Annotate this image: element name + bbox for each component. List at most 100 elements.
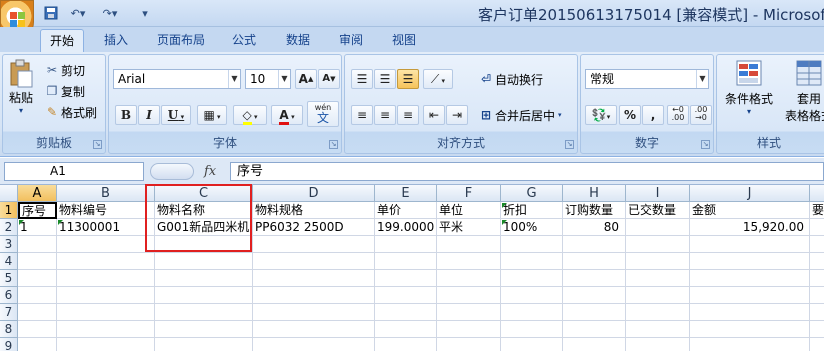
increase-decimal-button[interactable]: ←0.00 (667, 105, 689, 125)
column-header-b[interactable]: B (57, 185, 155, 202)
error-indicator-icon[interactable] (502, 203, 507, 208)
select-all-corner[interactable] (0, 185, 18, 202)
row-header-5[interactable]: 5 (0, 270, 18, 287)
cell-k1[interactable]: 要 (810, 202, 824, 219)
row-header-4[interactable]: 4 (0, 253, 18, 270)
fill-color-button[interactable]: ◇ ▾ (233, 105, 267, 125)
tab-view[interactable]: 视图 (384, 29, 424, 52)
column-header-c[interactable]: C (155, 185, 253, 202)
conditional-formatting-button[interactable]: 条件格式 ▾ (721, 59, 777, 129)
dialog-launcher-icon[interactable]: ↘ (701, 140, 710, 149)
cell-g1[interactable]: 折扣 (501, 202, 563, 219)
cell-j2[interactable]: 15,920.00 (690, 219, 810, 236)
copy-button[interactable]: ❐ 复制 (43, 82, 85, 100)
column-header-f[interactable]: F (437, 185, 501, 202)
cell-i1[interactable]: 已交数量 (626, 202, 690, 219)
row-header-2[interactable]: 2 (0, 219, 18, 236)
cell-e2[interactable]: 199.0000 (375, 219, 437, 236)
dialog-launcher-icon[interactable]: ↘ (565, 140, 574, 149)
cell-c1[interactable]: 物料名称 (155, 202, 253, 219)
row-header-9[interactable]: 9 (0, 338, 18, 351)
redo-icon[interactable]: ↷▾ (96, 4, 124, 22)
tab-review[interactable]: 审阅 (331, 29, 371, 52)
tab-page-layout[interactable]: 页面布局 (150, 29, 212, 52)
cell-g2[interactable]: 100% (501, 219, 563, 236)
column-header-i[interactable]: I (626, 185, 690, 202)
cell-h2[interactable]: 80 (563, 219, 626, 236)
dialog-launcher-icon[interactable]: ↘ (329, 140, 338, 149)
error-indicator-icon[interactable] (58, 220, 63, 225)
column-header-j[interactable]: J (690, 185, 810, 202)
name-box[interactable]: A1 (4, 162, 144, 181)
column-header-d[interactable]: D (253, 185, 375, 202)
cell-h1[interactable]: 订购数量 (563, 202, 626, 219)
align-bottom-button[interactable]: ☰ (397, 69, 419, 89)
cell-c2[interactable]: G001新品四米机 (155, 219, 253, 236)
tab-insert[interactable]: 插入 (96, 29, 136, 52)
tab-home[interactable]: 开始 (40, 29, 84, 52)
tab-formulas[interactable]: 公式 (224, 29, 264, 52)
font-size-select[interactable]: 10 ▼ (245, 69, 291, 89)
insert-function-button[interactable]: fx (204, 162, 224, 181)
formula-input[interactable]: 序号 (230, 162, 824, 181)
number-group: 常规 ▼ 💱▾ % , ←0.00 .00 →0 数字 ↘ (580, 54, 714, 154)
row-header-8[interactable]: 8 (0, 321, 18, 338)
cell-d1[interactable]: 物料规格 (253, 202, 375, 219)
format-as-table-button[interactable]: 套用 表格格式 (781, 59, 824, 129)
column-header-g[interactable]: G (501, 185, 563, 202)
row-header-6[interactable]: 6 (0, 287, 18, 304)
column-header-e[interactable]: E (375, 185, 437, 202)
accounting-format-button[interactable]: 💱▾ (585, 105, 617, 125)
shrink-font-button[interactable]: A▼ (318, 69, 340, 89)
italic-button[interactable]: I (138, 105, 160, 125)
error-indicator-icon[interactable] (19, 220, 24, 225)
underline-button[interactable]: U ▾ (161, 105, 191, 125)
cell-a1[interactable]: 序号 (18, 202, 57, 219)
cell-i2[interactable] (626, 219, 690, 236)
comma-style-button[interactable]: , (642, 105, 664, 125)
align-center-button[interactable]: ≡ (374, 105, 396, 125)
column-header-a[interactable]: A (18, 185, 57, 202)
column-header-h[interactable]: H (563, 185, 626, 202)
paste-button[interactable]: 粘贴 ▾ (6, 59, 36, 123)
save-icon[interactable] (42, 4, 60, 22)
tab-data[interactable]: 数据 (278, 29, 318, 52)
wrap-text-button[interactable]: ⏎ 自动换行 (477, 69, 543, 89)
cell-d2[interactable]: PP6032 2500D (253, 219, 375, 236)
formula-bar-resize-handle[interactable] (150, 163, 194, 180)
number-format-select[interactable]: 常规 ▼ (585, 69, 709, 89)
decrease-indent-button[interactable]: ⇤ (423, 105, 445, 125)
cell-e1[interactable]: 单价 (375, 202, 437, 219)
cell-b1[interactable]: 物料编号 (57, 202, 155, 219)
customize-qat-icon[interactable]: ▾ (138, 4, 152, 22)
decrease-decimal-button[interactable]: .00 →0 (690, 105, 712, 125)
error-indicator-icon[interactable] (502, 220, 507, 225)
phonetic-guide-button[interactable]: wén 文 (307, 101, 339, 127)
grow-font-button[interactable]: A▲ (295, 69, 317, 89)
align-middle-button[interactable]: ☰ (374, 69, 396, 89)
worksheet-grid[interactable]: A B C D E F G H I J 1 2 3 4 5 6 7 8 9 序号… (0, 185, 824, 351)
dialog-launcher-icon[interactable]: ↘ (93, 140, 102, 149)
font-name-select[interactable]: Arial ▼ (113, 69, 241, 89)
format-painter-button[interactable]: ✎ 格式刷 (43, 103, 97, 121)
cell-b2[interactable]: 11300001 (57, 219, 155, 236)
cell-f1[interactable]: 单位 (437, 202, 501, 219)
borders-button[interactable]: ▦ ▾ (197, 105, 227, 125)
align-left-button[interactable]: ≡ (351, 105, 373, 125)
cut-button[interactable]: ✂ 剪切 (43, 61, 85, 79)
cell-j1[interactable]: 金额 (690, 202, 810, 219)
percent-style-button[interactable]: % (619, 105, 641, 125)
merge-center-button[interactable]: ⊞ 合并后居中 ▾ (477, 105, 562, 125)
column-header-k[interactable] (810, 185, 824, 202)
orientation-button[interactable]: ⟋ ▾ (423, 69, 453, 89)
row-header-3[interactable]: 3 (0, 236, 18, 253)
bold-button[interactable]: B (115, 105, 137, 125)
font-color-button[interactable]: A ▾ (271, 105, 303, 125)
row-header-1[interactable]: 1 (0, 202, 18, 219)
increase-indent-button[interactable]: ⇥ (446, 105, 468, 125)
align-top-button[interactable]: ☰ (351, 69, 373, 89)
cell-f2[interactable]: 平米 (437, 219, 501, 236)
undo-icon[interactable]: ↶▾ (64, 4, 92, 22)
row-header-7[interactable]: 7 (0, 304, 18, 321)
align-right-button[interactable]: ≡ (397, 105, 419, 125)
